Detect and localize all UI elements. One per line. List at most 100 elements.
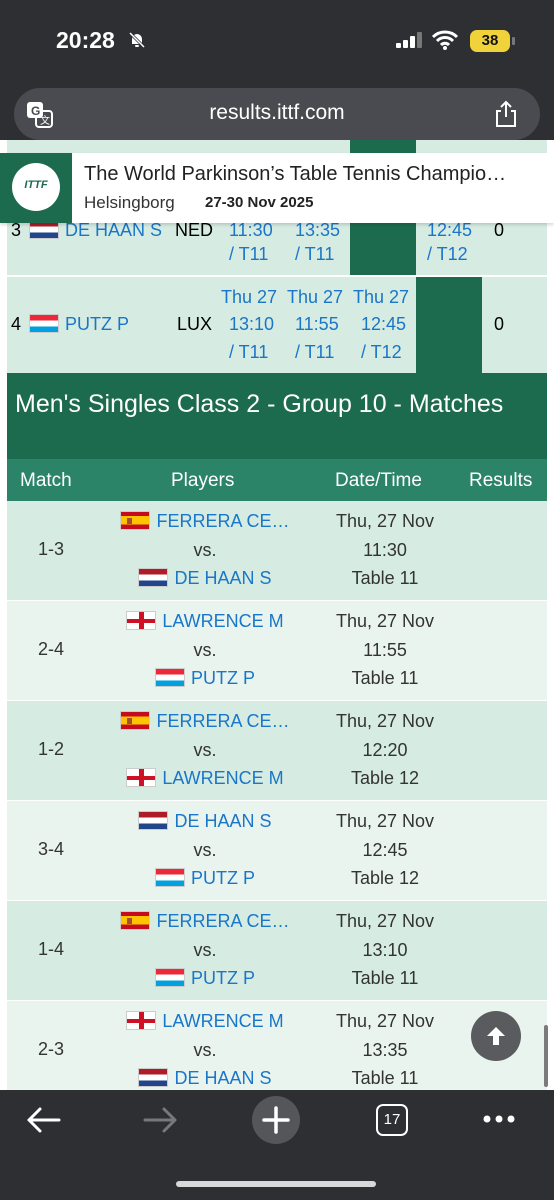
match-table: Table 11 (351, 1068, 419, 1088)
match-table: Table 12 (350, 768, 420, 788)
player1-link[interactable]: FERRERA CE… (95, 511, 315, 532)
match-code: 1-4 (37, 939, 64, 959)
event-dates: 27-30 Nov 2025 (205, 194, 314, 211)
cell-table[interactable]: / T11 (229, 244, 268, 265)
player1-link[interactable]: FERRERA CE… (95, 911, 315, 932)
match-code: 1-3 (37, 539, 64, 559)
rank: 4 (11, 314, 22, 334)
player1-link[interactable]: LAWRENCE M (95, 1011, 315, 1032)
cell-time[interactable]: 12:45 (361, 314, 406, 335)
match-time: 12:45 (362, 840, 408, 860)
vs-label: vs. (193, 1040, 217, 1060)
rank: 3 (11, 220, 22, 240)
cell-time[interactable]: 11:30 (229, 220, 273, 241)
player-name: LAWRENCE M (162, 1011, 284, 1031)
header-results: Results (469, 470, 533, 491)
self-cell (416, 277, 482, 373)
cell-time[interactable]: 13:35 (295, 220, 340, 241)
player-name: PUTZ P (190, 968, 255, 988)
match-row[interactable]: 1-3 FERRERA CE… vs. DE HAAN S Thu, 27 No… (7, 501, 547, 600)
player2-link[interactable]: DE HAAN S (95, 1068, 315, 1089)
event-city: Helsingborg (84, 193, 175, 212)
flag-lu-icon (154, 968, 185, 987)
wifi-icon (432, 30, 458, 50)
scroll-to-top-button[interactable] (471, 1011, 521, 1061)
back-icon[interactable] (26, 1106, 62, 1134)
cell-table[interactable]: / T11 (295, 244, 334, 265)
country: NED (175, 220, 214, 240)
section-title: Men's Singles Class 2 - Group 10 - Match… (7, 373, 547, 459)
ittf-logo[interactable]: ITTF (0, 153, 72, 223)
player-name: FERRERA CE… (156, 911, 290, 931)
match-row[interactable]: 3-4 DE HAAN S vs. PUTZ P Thu, 27 Nov 12:… (7, 801, 547, 900)
cell-day[interactable]: Thu 27 (221, 287, 277, 308)
url-bar[interactable]: G 文 results.ittf.com (14, 88, 540, 140)
plus-icon (262, 1106, 290, 1134)
player-name: FERRERA CE… (156, 511, 290, 531)
battery-nub (512, 37, 515, 45)
cell-table[interactable]: / T11 (229, 342, 268, 363)
player2-link[interactable]: LAWRENCE M (95, 768, 315, 789)
status-time: 20:28 (56, 27, 115, 53)
player2-link[interactable]: DE HAAN S (95, 568, 315, 589)
new-tab-button[interactable] (252, 1096, 300, 1144)
match-row[interactable]: 2-3 LAWRENCE M vs. DE HAAN S Thu, 27 Nov… (7, 1001, 547, 1090)
vs-label: vs. (193, 640, 217, 660)
more-icon[interactable] (482, 1114, 516, 1124)
player-name: FERRERA CE… (156, 711, 290, 731)
page-content: 3 DE HAAN S NED 11:30 / T11 13:35 / T11 … (0, 140, 554, 1090)
home-indicator (176, 1181, 376, 1187)
match-date: Thu, 27 Nov (335, 511, 435, 531)
player-name: DE HAAN S (174, 568, 272, 588)
match-row[interactable]: 2-4 LAWRENCE M vs. PUTZ P Thu, 27 Nov 11… (7, 601, 547, 700)
player-name: PUTZ P (65, 314, 130, 334)
cell-table[interactable]: / T11 (295, 342, 334, 363)
cell-time[interactable]: 12:45 (427, 220, 472, 241)
flag-nl-icon (138, 811, 169, 830)
tabs-icon[interactable]: 17 (376, 1104, 408, 1136)
share-icon[interactable] (494, 100, 518, 128)
match-time: 11:55 (363, 640, 407, 660)
flag-en-icon (126, 1011, 157, 1030)
flag-es-icon (120, 711, 151, 730)
url-text[interactable]: results.ittf.com (14, 101, 540, 125)
flag-es-icon (120, 511, 151, 530)
scrollbar[interactable] (544, 1025, 548, 1087)
bell-off-icon (128, 31, 146, 49)
player2-link[interactable]: PUTZ P (95, 668, 315, 689)
match-date: Thu, 27 Nov (335, 1011, 435, 1031)
forward-icon[interactable] (142, 1106, 178, 1134)
flag-en-icon (126, 768, 157, 787)
player2-link[interactable]: PUTZ P (95, 968, 315, 989)
player2-link[interactable]: PUTZ P (95, 868, 315, 889)
flag-nl-icon (138, 1068, 169, 1087)
player-name: LAWRENCE M (162, 768, 284, 788)
match-row[interactable]: 1-4 FERRERA CE… vs. PUTZ P Thu, 27 Nov 1… (7, 901, 547, 1000)
player1-link[interactable]: DE HAAN S (95, 811, 315, 832)
cell-time[interactable]: 11:55 (295, 314, 339, 335)
match-code: 2-4 (37, 639, 64, 659)
matches-table-header: Match Players Date/Time Results (7, 459, 547, 501)
match-date: Thu, 27 Nov (335, 611, 435, 631)
match-table: Table 11 (351, 668, 419, 688)
player-link[interactable]: DE HAAN S (29, 220, 162, 241)
flag-nl-icon (138, 568, 169, 587)
player1-link[interactable]: LAWRENCE M (95, 611, 315, 632)
match-row[interactable]: 1-2 FERRERA CE… vs. LAWRENCE M Thu, 27 N… (7, 701, 547, 800)
player-name: PUTZ P (190, 668, 255, 688)
flag-lu-icon (29, 314, 59, 333)
signal-icon (396, 32, 422, 48)
player1-link[interactable]: FERRERA CE… (95, 711, 315, 732)
cell-table[interactable]: / T12 (427, 244, 468, 265)
status-bar: 20:28 38 (0, 0, 554, 86)
cell-table[interactable]: / T12 (361, 342, 402, 363)
player-link[interactable]: PUTZ P (29, 314, 129, 335)
player-name: LAWRENCE M (162, 611, 284, 631)
cell-day[interactable]: Thu 27 (353, 287, 409, 308)
vs-label: vs. (193, 540, 217, 560)
cell-time[interactable]: 13:10 (229, 314, 274, 335)
match-date: Thu, 27 Nov (335, 911, 435, 931)
cell-day[interactable]: Thu 27 (287, 287, 343, 308)
logo-text: ITTF (24, 179, 48, 191)
header-players: Players (171, 470, 235, 491)
